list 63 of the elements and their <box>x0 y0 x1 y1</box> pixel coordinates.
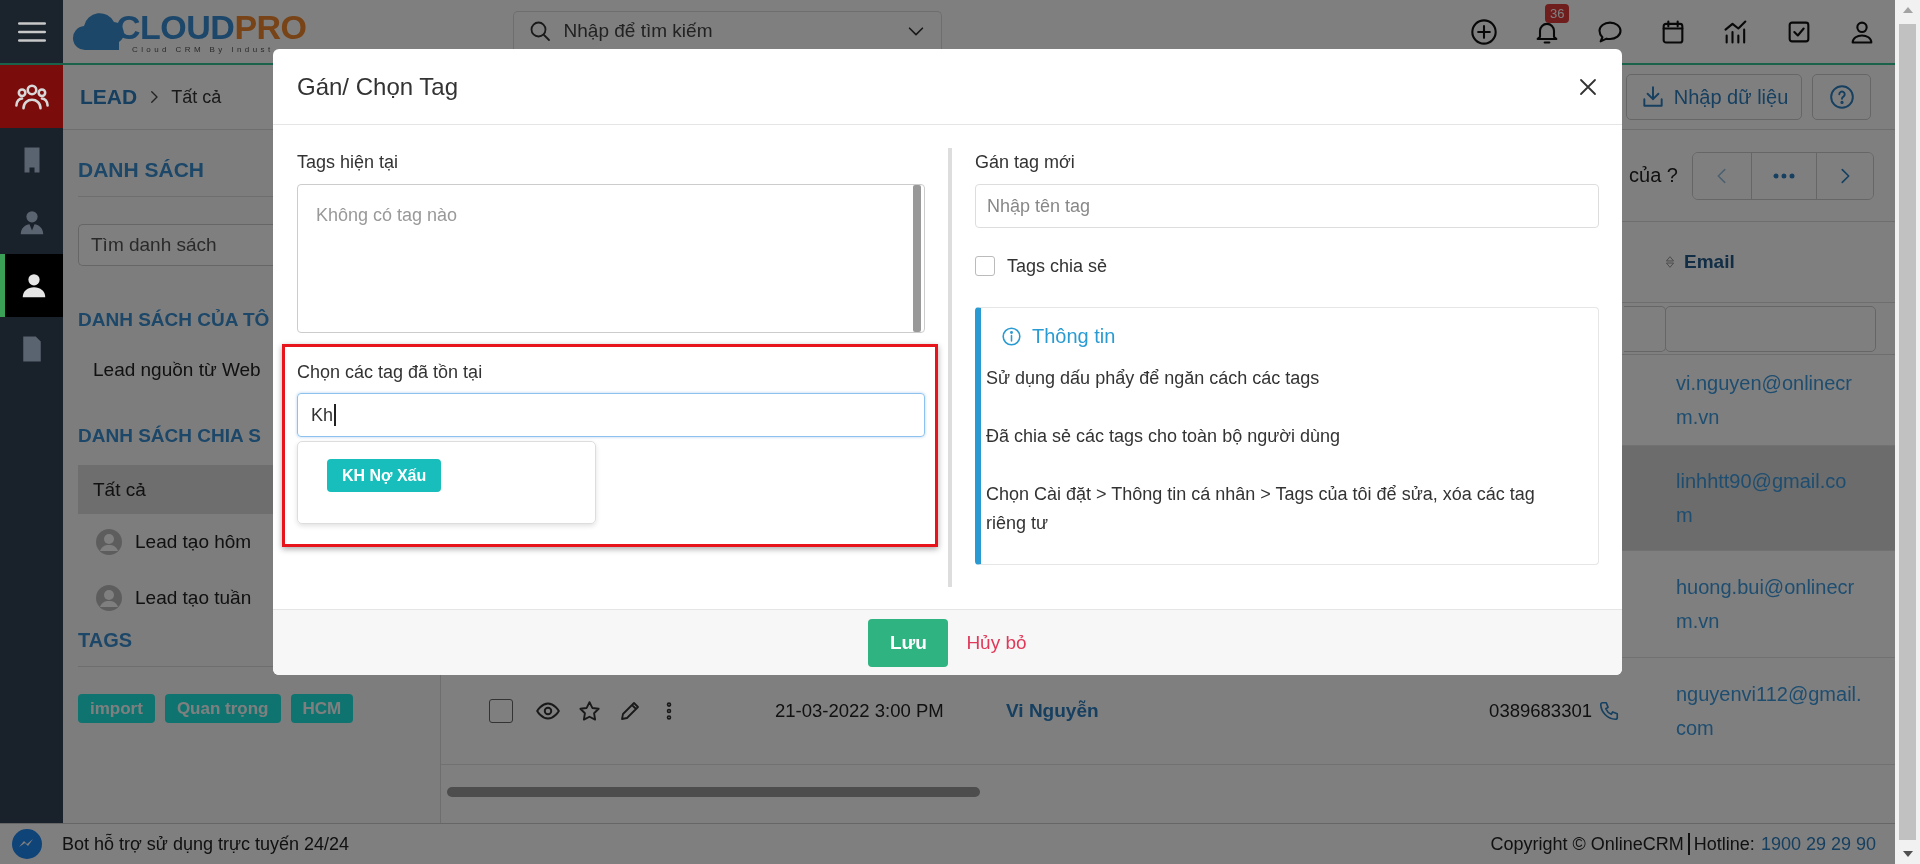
email-link[interactable]: huong.bui@onlinecrm.vn <box>1676 570 1863 638</box>
list-item[interactable]: Lead nguồn từ Web <box>78 345 273 395</box>
search-field[interactable]: Tìm danh sách <box>78 224 273 266</box>
notification-badge: 36 <box>1545 3 1570 23</box>
tag-chip[interactable]: HCM <box>290 694 354 723</box>
filter-field[interactable] <box>1665 305 1876 352</box>
logo: CLOUDPRO Cloud CRM By Indust <box>72 0 307 63</box>
tag-chip[interactable]: import <box>78 694 155 723</box>
section-heading: DANH SÁCH CỦA TÔ <box>78 308 270 332</box>
tag-input-field[interactable]: Kh <box>297 393 925 437</box>
tags-field[interactable]: Không có tag nào <box>297 184 925 333</box>
list-item[interactable]: Lead tạo hôm <box>78 514 273 570</box>
pencil-icon[interactable] <box>618 699 642 723</box>
filter-field[interactable] <box>1624 305 1666 352</box>
checkbox-label: Tags chia sẻ <box>1007 255 1108 277</box>
phone-icon[interactable] <box>1598 700 1620 722</box>
panel-title: DANH SÁCH <box>78 157 204 183</box>
field-label: Gán tag mới <box>975 151 1076 173</box>
hotline-label: Hotline: <box>1693 833 1755 855</box>
copyright-text: Copyright © OnlineCRM <box>1490 833 1684 855</box>
avatar-icon <box>96 585 122 611</box>
avatar-icon <box>96 529 122 555</box>
input-field[interactable]: Nhập tên tag <box>975 184 1599 228</box>
field-label: Chọn các tag đã tồn tại <box>297 361 484 383</box>
checkbox[interactable] <box>975 256 995 276</box>
dialog-title: Gán/ Chọn Tag <box>297 72 458 101</box>
list-item[interactable]: Lead tạo tuần <box>78 570 273 612</box>
tag-chip[interactable]: Quan trọng <box>164 694 281 723</box>
info-icon <box>1001 325 1022 347</box>
ellipsis-icon <box>1773 172 1795 179</box>
messenger-icon[interactable] <box>12 829 42 859</box>
email-link[interactable]: vi.nguyen@onlinecrm.vn <box>1676 366 1863 434</box>
rail-item[interactable] <box>0 254 63 317</box>
help-button[interactable] <box>1812 74 1871 120</box>
hotline-link[interactable]: 1900 29 29 90 <box>1760 833 1876 855</box>
row-checkbox[interactable] <box>489 699 513 723</box>
info-text: Sử dụng dấu phẩy để ngăn cách các tags <box>986 367 1321 390</box>
name-link[interactable]: Vi Nguyễn <box>1006 700 1440 722</box>
breadcrumb-link[interactable]: LEAD <box>80 85 138 109</box>
cancel-link[interactable]: Hủy bỏ <box>966 631 1027 654</box>
horizontal-scrollbar[interactable] <box>447 787 980 797</box>
save-button[interactable]: Lưu <box>868 618 949 667</box>
section-heading: TAGS <box>78 628 133 653</box>
table-cell-text: 21-03-2022 3:00 PM <box>775 700 945 722</box>
breadcrumb-current: Tất cả <box>171 86 222 108</box>
column-header[interactable]: Email <box>1662 251 1876 273</box>
list-item[interactable]: Tất cả <box>78 465 273 514</box>
email-link[interactable]: linhhtt90@gmail.com <box>1676 464 1863 532</box>
support-text: Bot hỗ trợ sử dụng trực tuyến 24/24 <box>62 833 350 855</box>
field-label: Tags hiện tại <box>297 151 400 173</box>
plus-circle-icon[interactable] <box>1470 17 1498 46</box>
tag-suggestion[interactable]: KH Nợ Xấu <box>327 459 442 492</box>
info-text: Chọn Cài đặt > Thông tin cá nhân > Tags của tôi để sửa, xóa các tag riêng tư <box>986 483 1536 535</box>
section-heading: DANH SÁCH CHIA S <box>78 424 261 448</box>
scroll-thumb[interactable] <box>1899 24 1916 840</box>
pager-label: của ? <box>1629 164 1678 187</box>
table-cell: 0389683301 <box>1489 700 1592 722</box>
module-button[interactable] <box>0 65 63 128</box>
email-link[interactable]: nguyenvi112@gmail.com <box>1676 677 1863 745</box>
info-title: Thông tin <box>1032 324 1116 348</box>
info-text: Đã chia sẻ các tags cho toàn bộ người dùng <box>986 425 1342 448</box>
help-icon <box>1828 84 1855 110</box>
import-button[interactable]: Nhập dữ liệu <box>1626 74 1802 120</box>
